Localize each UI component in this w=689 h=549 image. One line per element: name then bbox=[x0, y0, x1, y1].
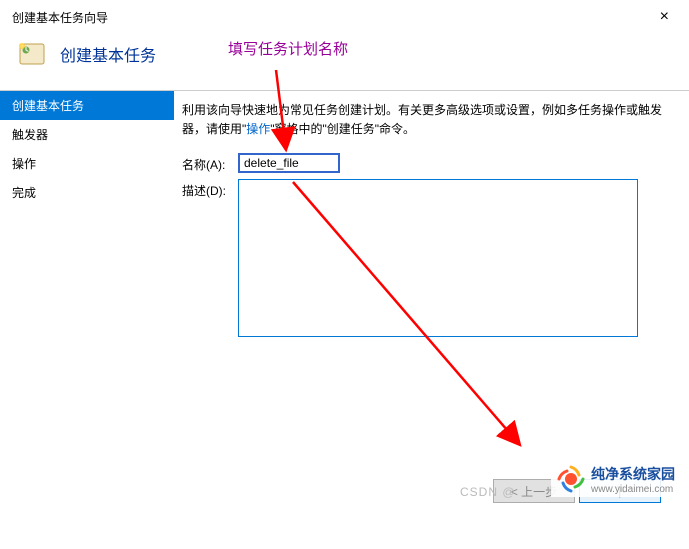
titlebar: 创建基本任务向导 × bbox=[0, 0, 689, 32]
brand-watermark: 纯净系统家园 www.yidaimei.com bbox=[551, 461, 679, 497]
desc-row: 描述(D): bbox=[182, 179, 671, 337]
sidebar-item-trigger[interactable]: 触发器 bbox=[0, 120, 174, 149]
sidebar-item-action[interactable]: 操作 bbox=[0, 149, 174, 178]
name-input[interactable] bbox=[238, 153, 340, 173]
content-area: 创建基本任务 触发器 操作 完成 利用该向导快速地为常见任务创建计划。有关更多高… bbox=[0, 91, 689, 471]
wizard-main: 利用该向导快速地为常见任务创建计划。有关更多高级选项或设置，例如多任务操作或触发… bbox=[174, 91, 689, 471]
close-icon[interactable]: × bbox=[652, 8, 677, 26]
csdn-watermark: CSDN @ bbox=[460, 485, 516, 499]
page-title: 创建基本任务 bbox=[60, 42, 156, 66]
intro-text: 利用该向导快速地为常见任务创建计划。有关更多高级选项或设置，例如多任务操作或触发… bbox=[182, 101, 671, 139]
sidebar-item-finish[interactable]: 完成 bbox=[0, 178, 174, 207]
intro-link[interactable]: 操作 bbox=[246, 122, 270, 136]
brand-logo-icon bbox=[555, 463, 587, 495]
name-row: 名称(A): bbox=[182, 153, 671, 173]
wizard-icon bbox=[18, 40, 46, 68]
brand-title: 纯净系统家园 bbox=[591, 464, 675, 484]
brand-url: www.yidaimei.com bbox=[591, 484, 675, 495]
desc-textarea[interactable] bbox=[238, 179, 638, 337]
annotation-label: 填写任务计划名称 bbox=[228, 38, 348, 59]
name-label: 名称(A): bbox=[182, 153, 238, 173]
window-title: 创建基本任务向导 bbox=[12, 9, 108, 26]
desc-label: 描述(D): bbox=[182, 179, 238, 199]
wizard-sidebar: 创建基本任务 触发器 操作 完成 bbox=[0, 91, 174, 471]
sidebar-item-create-task[interactable]: 创建基本任务 bbox=[0, 91, 174, 120]
